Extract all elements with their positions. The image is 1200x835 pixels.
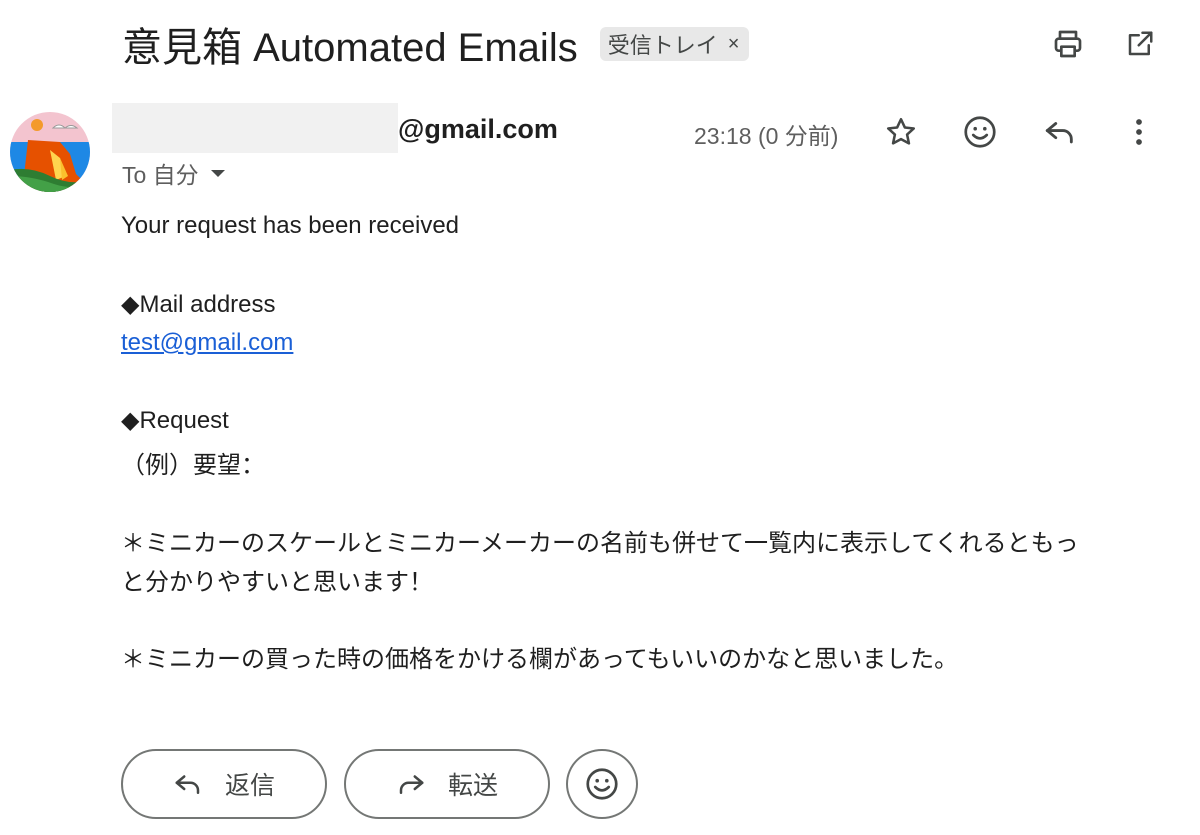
print-icon[interactable] (1050, 26, 1086, 62)
recipient-label: To 自分 (122, 162, 199, 188)
reply-button[interactable]: 返信 (121, 749, 327, 819)
reply-icon (175, 775, 200, 794)
chevron-down-icon (210, 169, 225, 177)
emoji-icon[interactable] (958, 110, 1002, 154)
inbox-label-chip[interactable]: 受信トレイ × (599, 27, 750, 61)
sender-email[interactable]: @gmail.com (398, 114, 558, 145)
recipient-dropdown[interactable]: To 自分 (122, 156, 225, 190)
open-in-new-window-icon[interactable] (1122, 26, 1158, 62)
request-text-2: ＊ミニカーの買った時の価格をかける欄があってもいいのかなと思いました。 (121, 646, 959, 673)
reply-icon[interactable] (1038, 110, 1082, 154)
emoji-icon (586, 768, 618, 800)
subject-row: 意見箱 Automated Emails 受信トレイ × (122, 18, 750, 70)
emoji-reaction-button[interactable] (566, 749, 638, 819)
request-heading: ◆Request (121, 407, 229, 434)
star-icon[interactable] (879, 110, 923, 154)
body-intro: Your request has been received (121, 212, 460, 239)
avatar-image (10, 112, 90, 192)
inbox-label-text: 受信トレイ (607, 33, 718, 58)
reply-button-label: 返信 (224, 772, 275, 800)
request-text-1-line-2: と分かりやすいと思います！ (121, 569, 433, 596)
request-text-1-line-1: ＊ミニカーのスケールとミニカーメーカーの名前も併せて一覧内に表示してくれるともっ (121, 530, 1079, 557)
mail-address-link[interactable]: test@gmail.com (121, 329, 293, 356)
mail-address-heading: ◆Mail address (121, 291, 276, 318)
forward-icon (399, 775, 424, 794)
forward-button[interactable]: 転送 (344, 749, 550, 819)
more-vertical-icon[interactable] (1117, 110, 1161, 154)
request-example: （例）要望： (121, 452, 265, 479)
email-timestamp: 23:18 (0 分前) (694, 123, 839, 149)
mail-address-line: test@gmail.com (121, 329, 293, 357)
remove-label-icon[interactable]: × (728, 33, 740, 56)
avatar[interactable] (10, 112, 90, 192)
forward-button-label: 転送 (447, 772, 498, 800)
redacted-sender-name (112, 103, 398, 153)
email-subject: 意見箱 Automated Emails (122, 26, 578, 70)
